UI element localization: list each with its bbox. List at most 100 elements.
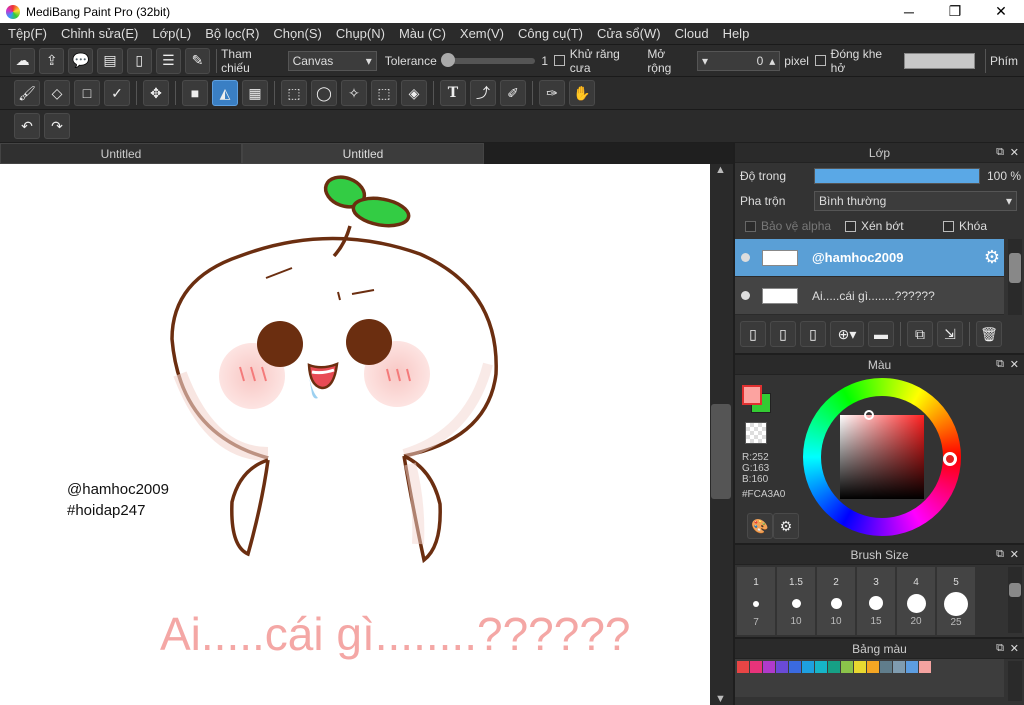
popout-icon[interactable]: ⧉ bbox=[996, 146, 1004, 159]
visibility-icon[interactable] bbox=[741, 291, 750, 300]
gear-icon[interactable]: ⚙ bbox=[984, 247, 1000, 268]
tolerance-slider[interactable] bbox=[440, 52, 536, 67]
close-icon[interactable]: ✕ bbox=[1010, 548, 1019, 561]
layer-item-caption[interactable]: Ai.....cái gì........?????? bbox=[735, 277, 1004, 315]
palette-swatch[interactable] bbox=[776, 661, 788, 673]
tab-untitled-2[interactable]: Untitled bbox=[242, 143, 484, 164]
brush-size-cell[interactable]: 3 15 bbox=[857, 567, 895, 635]
hand-icon[interactable]: ✋ bbox=[569, 80, 595, 106]
layer-scroll-thumb[interactable] bbox=[1009, 253, 1021, 283]
brush-icon[interactable]: 🖌 bbox=[14, 80, 40, 106]
merge-layer-icon[interactable]: ⇲ bbox=[937, 321, 963, 347]
palette-swatch[interactable] bbox=[828, 661, 840, 673]
lock-checkbox[interactable] bbox=[943, 220, 954, 232]
popout-icon[interactable]: ⧉ bbox=[996, 548, 1004, 561]
lasso-icon[interactable]: ◯ bbox=[311, 80, 337, 106]
eyedropper-icon[interactable]: ✑ bbox=[539, 80, 565, 106]
brush-scrollbar[interactable] bbox=[1008, 567, 1022, 633]
palette-swatch[interactable] bbox=[802, 661, 814, 673]
palette-swatch[interactable] bbox=[867, 661, 879, 673]
drawing-canvas[interactable]: @hamhoc2009 #hoidap247 Ai.....cái gì....… bbox=[0, 164, 710, 705]
chat-icon[interactable]: ▤ bbox=[97, 47, 123, 74]
blur-icon[interactable]: ✐ bbox=[500, 80, 526, 106]
palette-swatch[interactable] bbox=[789, 661, 801, 673]
menu-select[interactable]: Chọn(S) bbox=[267, 26, 329, 41]
folder-icon[interactable]: ▬ bbox=[868, 321, 894, 347]
antialias-checkbox[interactable] bbox=[554, 55, 565, 66]
sv-picker-handle[interactable] bbox=[864, 410, 874, 420]
brush-size-cell[interactable]: 4 20 bbox=[897, 567, 935, 635]
menu-window[interactable]: Cửa sổ(W) bbox=[591, 26, 669, 41]
palette-swatch[interactable] bbox=[880, 661, 892, 673]
layer-scrollbar[interactable] bbox=[1008, 239, 1022, 315]
new-8bit-layer-icon[interactable]: ▯ bbox=[770, 321, 796, 347]
close-gap-checkbox[interactable] bbox=[814, 55, 826, 66]
palette-swatch[interactable] bbox=[737, 661, 749, 673]
palette-swatch[interactable] bbox=[763, 661, 775, 673]
brush-size-cell[interactable]: 1 7 bbox=[737, 567, 775, 635]
add-layer-menu-icon[interactable]: ⊕▾ bbox=[830, 321, 864, 347]
color-wheel[interactable] bbox=[803, 378, 961, 536]
stepper-up-icon[interactable]: ▴ bbox=[769, 54, 775, 68]
trash-icon[interactable]: 🗑 bbox=[976, 321, 1002, 347]
menu-snap[interactable]: Chụp(N) bbox=[330, 26, 393, 41]
operation-icon[interactable]: ⤴ bbox=[470, 80, 496, 106]
hue-picker-handle[interactable] bbox=[943, 452, 957, 466]
popout-icon[interactable]: ⧉ bbox=[996, 642, 1004, 655]
scroll-thumb[interactable] bbox=[711, 404, 731, 499]
menu-edit[interactable]: Chỉnh sửa(E) bbox=[55, 26, 146, 41]
close-gap-slider[interactable] bbox=[903, 52, 975, 69]
palette-swatch[interactable] bbox=[750, 661, 762, 673]
duplicate-layer-icon[interactable]: ⧉ bbox=[907, 321, 933, 347]
visibility-icon[interactable] bbox=[741, 253, 750, 262]
rectangle-icon[interactable]: □ bbox=[74, 80, 100, 106]
layer-item-watermark[interactable]: @hamhoc2009 ⚙ bbox=[735, 239, 1004, 277]
brush-scroll-thumb[interactable] bbox=[1009, 583, 1021, 597]
text-icon[interactable]: T bbox=[440, 80, 466, 106]
stepper-down-icon[interactable]: ▾ bbox=[702, 54, 708, 68]
select-eraser-icon[interactable]: ◈ bbox=[401, 80, 427, 106]
clip-checkbox[interactable] bbox=[845, 220, 856, 232]
edit-list-icon[interactable]: ✎ bbox=[184, 47, 211, 74]
palette-scrollbar[interactable] bbox=[1008, 661, 1022, 701]
palette-swatch[interactable] bbox=[906, 661, 918, 673]
transparent-color-swatch[interactable] bbox=[745, 422, 767, 444]
menu-tools[interactable]: Công cụ(T) bbox=[512, 26, 591, 41]
undo-icon[interactable]: ↶ bbox=[14, 113, 40, 139]
magic-wand-icon[interactable]: ✧ bbox=[341, 80, 367, 106]
maximize-button[interactable]: ❐ bbox=[932, 0, 978, 23]
list-icon[interactable]: ☰ bbox=[155, 47, 181, 74]
opacity-slider[interactable] bbox=[814, 167, 980, 184]
tab-untitled-1[interactable]: Untitled bbox=[0, 143, 242, 164]
new-layer-icon[interactable]: ▯ bbox=[740, 321, 766, 347]
bucket-icon[interactable]: ◭ bbox=[212, 80, 238, 106]
canvas-scrollbar[interactable]: ▲ ▼ bbox=[710, 164, 733, 705]
fill-rect-icon[interactable]: ■ bbox=[182, 80, 208, 106]
select-pen2-icon[interactable]: ⬚ bbox=[371, 80, 397, 106]
brush-size-cell[interactable]: 5 25 bbox=[937, 567, 975, 635]
palette-swatch[interactable] bbox=[893, 661, 905, 673]
palette-icon[interactable]: 🎨 bbox=[747, 513, 773, 539]
menu-filter[interactable]: Bộ lọc(R) bbox=[199, 26, 267, 41]
palette-swatch[interactable] bbox=[919, 661, 931, 673]
brush-size-cell[interactable]: 2 10 bbox=[817, 567, 855, 635]
keys-label[interactable]: Phím bbox=[990, 54, 1018, 68]
expand-stepper[interactable]: ▾ 0 ▴ bbox=[696, 50, 781, 71]
eraser-icon[interactable]: ◇ bbox=[44, 80, 70, 106]
menu-help[interactable]: Help bbox=[717, 26, 758, 41]
move-icon[interactable]: ✥ bbox=[143, 80, 169, 106]
redo-icon[interactable]: ↷ bbox=[44, 113, 70, 139]
primary-color-swatch[interactable] bbox=[742, 385, 762, 405]
brush-size-cell[interactable]: 1.5 10 bbox=[777, 567, 815, 635]
color-settings-icon[interactable]: ⚙ bbox=[773, 513, 799, 539]
slider-handle[interactable] bbox=[440, 52, 455, 67]
menu-view[interactable]: Xem(V) bbox=[454, 26, 512, 41]
close-button[interactable]: ✕ bbox=[978, 0, 1024, 23]
comment-icon[interactable]: 💬 bbox=[68, 47, 94, 74]
close-icon[interactable]: ✕ bbox=[1010, 642, 1019, 655]
blend-select[interactable]: Bình thường ▾ bbox=[814, 190, 1017, 211]
share-icon[interactable]: ⇪ bbox=[39, 47, 65, 74]
cloud-icon[interactable]: ☁ bbox=[10, 47, 36, 74]
new-1bit-layer-icon[interactable]: ▯ bbox=[800, 321, 826, 347]
reference-select[interactable]: Canvas ▾ bbox=[287, 50, 377, 71]
